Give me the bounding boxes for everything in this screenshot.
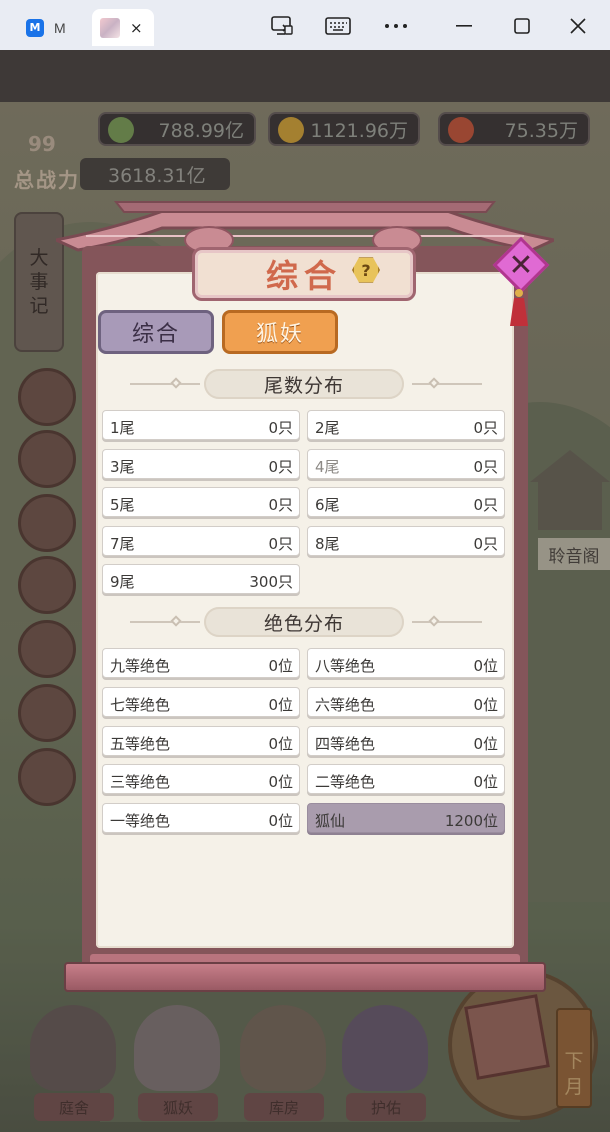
cell-value: 0只 — [268, 458, 293, 476]
tail-count-cell: 5尾 0只 — [102, 487, 300, 517]
cell-value: 0位 — [268, 773, 293, 791]
cell-value: 0只 — [268, 419, 293, 437]
beauty-rank-cell: 三等绝色 0位 — [102, 764, 300, 794]
minimize-icon[interactable] — [450, 12, 478, 40]
section-divider-line — [412, 621, 482, 623]
cell-label: 6尾 — [315, 496, 340, 514]
beauty-rank-cell: 四等绝色 0位 — [307, 726, 505, 756]
beauty-rank-cell: 六等绝色 0位 — [307, 687, 505, 717]
cell-label: 8尾 — [315, 535, 340, 553]
section-title-tails: 尾数分布 — [204, 369, 404, 399]
cell-label: 一等绝色 — [110, 812, 171, 830]
cell-label: 九等绝色 — [110, 657, 171, 675]
app-logo-icon: M — [26, 18, 44, 37]
dialog-title: 综合 — [265, 257, 342, 295]
section-divider-line — [130, 621, 200, 623]
cell-value: 0位 — [473, 773, 498, 791]
cell-label: 八等绝色 — [315, 657, 376, 675]
dialog-bottom-rod — [64, 962, 546, 992]
cell-value: 0只 — [268, 535, 293, 553]
beauty-rank-cell: 七等绝色 0位 — [102, 687, 300, 717]
beauty-rank-cell: 一等绝色 0位 — [102, 803, 300, 833]
tail-count-cell: 4尾 0只 — [307, 449, 505, 479]
cell-value: 0位 — [473, 735, 498, 753]
tail-count-cell: 7尾 0只 — [102, 526, 300, 556]
cell-value: 0位 — [268, 735, 293, 753]
tassel-icon — [510, 289, 528, 326]
cell-value: 0位 — [268, 657, 293, 675]
tab-fox[interactable]: 狐妖 — [222, 310, 338, 354]
cell-value: 0位 — [473, 696, 498, 714]
cell-value: 0只 — [473, 458, 498, 476]
cell-label: 狐仙 — [315, 812, 346, 830]
tail-count-cell: 2尾 0只 — [307, 410, 505, 440]
beauty-rank-cell: 九等绝色 0位 — [102, 648, 300, 678]
cell-label: 5尾 — [110, 496, 135, 514]
beauty-rank-cell: 八等绝色 0位 — [307, 648, 505, 678]
more-options-icon[interactable] — [382, 12, 410, 40]
cell-value: 0只 — [473, 496, 498, 514]
close-dialog-button[interactable]: ✕ — [492, 236, 550, 294]
game-viewport: 788.99亿 1121.96万 75.35万 3618.31亿 99 总战力 … — [0, 50, 610, 1132]
section-divider-line — [412, 383, 482, 385]
close-window-icon[interactable] — [564, 12, 592, 40]
tail-count-cell: 1尾 0只 — [102, 410, 300, 440]
browser-tab-1[interactable]: M M — [14, 9, 78, 46]
fox-immortal-cell: 狐仙 1200位 — [307, 803, 505, 833]
tab-overview[interactable]: 综合 — [98, 310, 214, 354]
maximize-icon[interactable] — [508, 12, 536, 40]
cell-value: 0只 — [268, 496, 293, 514]
beauty-rank-cell: 五等绝色 0位 — [102, 726, 300, 756]
cell-label: 五等绝色 — [110, 735, 171, 753]
keyboard-icon[interactable] — [324, 12, 352, 40]
cell-value: 0位 — [268, 812, 293, 830]
cast-icon[interactable] — [268, 12, 296, 40]
tail-count-cell: 9尾 300只 — [102, 564, 300, 594]
cell-value: 0位 — [268, 696, 293, 714]
cell-value: 300只 — [249, 573, 293, 591]
browser-tab-2[interactable]: × — [92, 9, 154, 46]
close-icon: ✕ — [508, 247, 534, 283]
cell-label: 2尾 — [315, 419, 340, 437]
cell-label: 四等绝色 — [315, 735, 376, 753]
cell-label: 9尾 — [110, 573, 135, 591]
cell-label: 1尾 — [110, 419, 135, 437]
cell-label: 六等绝色 — [315, 696, 376, 714]
section-divider-line — [130, 383, 200, 385]
cell-value: 0只 — [473, 419, 498, 437]
cell-value: 0只 — [473, 535, 498, 553]
section-title-beauty: 绝色分布 — [204, 607, 404, 637]
tail-count-cell: 3尾 0只 — [102, 449, 300, 479]
tail-count-cell: 8尾 0只 — [307, 526, 505, 556]
dialog-title-plaque: 综合 — [192, 247, 416, 301]
cell-label: 七等绝色 — [110, 696, 171, 714]
cell-label: 4尾 — [315, 458, 340, 476]
tail-count-cell: 6尾 0只 — [307, 487, 505, 517]
cell-label: 7尾 — [110, 535, 135, 553]
beauty-rank-cell: 二等绝色 0位 — [307, 764, 505, 794]
close-tab-button[interactable]: × — [130, 19, 143, 37]
cell-label: 二等绝色 — [315, 773, 376, 791]
tab-label: M — [54, 19, 66, 36]
cell-value: 1200位 — [444, 812, 498, 830]
browser-tab-bar: M M × — [0, 0, 610, 50]
cell-label: 三等绝色 — [110, 773, 171, 791]
cell-value: 0位 — [473, 657, 498, 675]
game-favicon-icon — [100, 17, 120, 38]
cell-label: 3尾 — [110, 458, 135, 476]
